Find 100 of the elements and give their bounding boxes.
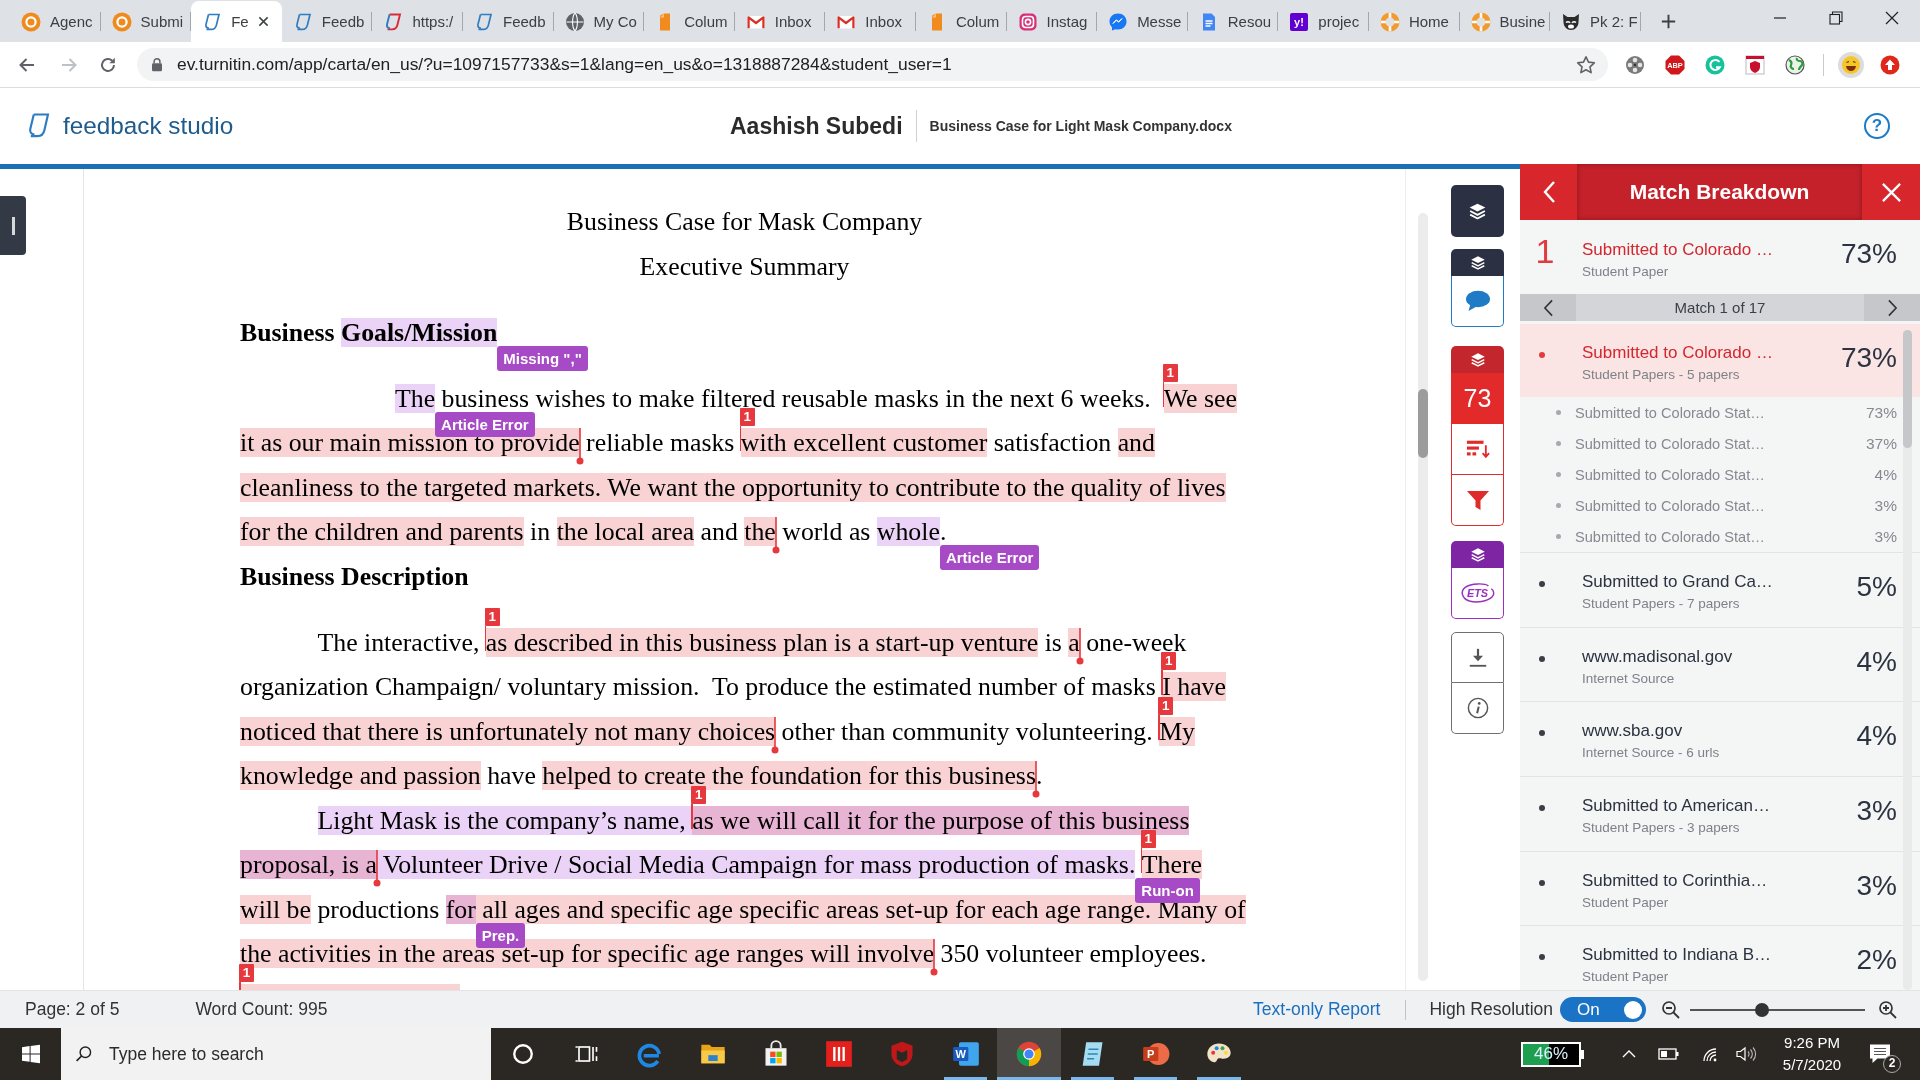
scrollbar-thumb[interactable] (1418, 389, 1428, 458)
matched-text[interactable]: helped to create the foundation for this business (542, 761, 1036, 790)
grammar-tag[interactable]: Run-on (1135, 878, 1200, 903)
comments-button[interactable] (1451, 276, 1504, 327)
matched-text[interactable]: a (1068, 627, 1080, 657)
match-percent: 4% (1874, 465, 1897, 484)
close-icon[interactable] (1885, 11, 1899, 25)
matched-text[interactable]: There (1141, 850, 1202, 879)
layers-button[interactable] (1451, 346, 1504, 373)
browser-tab[interactable]: y! projec (1278, 1, 1369, 42)
flagged-text[interactable]: Volunteer Drive / Social Media Campaign for mass production of masks. (376, 850, 1136, 879)
matched-text[interactable]: noticed that there is unfortunately not many choices (240, 716, 776, 746)
address-field[interactable]: ev.turnitin.com/app/carta/en_us/?u=1097157733&s=1&lang=en_us&o=1318887284&student_user=1 (137, 48, 1608, 81)
source-row[interactable]: Submitted to Colorado … Student Papers - 5 papers 73% (1520, 324, 1920, 397)
matched-text[interactable]: My (1159, 716, 1195, 746)
help-button[interactable]: ? (1864, 113, 1890, 139)
matched-flagged-text[interactable]: as we will call it for the purpose of this business (692, 805, 1190, 835)
sort-button[interactable] (1451, 424, 1504, 475)
matched-flagged-text[interactable]: for (445, 894, 476, 924)
drawer-handle[interactable] (0, 196, 26, 255)
filter-icon (1465, 489, 1490, 511)
browser-tab[interactable]: https:/ (372, 1, 463, 42)
star-icon[interactable] (1576, 54, 1596, 75)
document-text: business wishes to make filtered reusable masks in the next 6 weeks. (440, 383, 1152, 413)
info-button[interactable] (1451, 683, 1504, 734)
browser-tab[interactable]: Submi (100, 1, 192, 42)
browser-tab[interactable]: Feedb (462, 1, 554, 42)
grammar-tag[interactable]: Article Error (939, 545, 1040, 570)
taskbar-button[interactable]: P (1123, 1028, 1188, 1080)
clock-time[interactable]: 9:26 PM (1784, 1032, 1840, 1054)
flagged-text[interactable]: The (395, 383, 436, 413)
source-name: Submitted to Grand Ca… (1582, 571, 1774, 593)
browser-tab[interactable]: Colum (644, 1, 735, 42)
browser-tab[interactable]: Busine (1459, 1, 1551, 42)
matched-flagged-text[interactable]: proposal, is a (240, 850, 377, 879)
grammar-tag[interactable]: Missing "," (497, 345, 588, 371)
similarity-score[interactable]: 73 (1451, 373, 1504, 424)
bullet-icon (1539, 954, 1545, 961)
browser-tab[interactable]: Home (1368, 1, 1460, 42)
filter-button[interactable] (1451, 475, 1504, 526)
browser-tab[interactable]: Colum (915, 1, 1007, 42)
shield-icon[interactable] (1745, 54, 1765, 75)
flagged-text[interactable]: Goals/Mission (341, 317, 498, 347)
restore-icon[interactable] (1829, 11, 1843, 25)
clock-date[interactable]: 5/7/2020 (1782, 1054, 1842, 1076)
matched-text[interactable]: the local area (556, 517, 695, 546)
document-text: other than community volunteering. (780, 716, 1154, 746)
grammar-tag[interactable]: Prep. (475, 922, 526, 948)
matched-text[interactable]: and (1117, 428, 1155, 457)
globe-icon[interactable] (1785, 54, 1805, 75)
browser-tab[interactable]: Fe (191, 1, 282, 42)
outline-logo-icon (202, 11, 223, 32)
zoom-out-icon[interactable] (1661, 999, 1681, 1020)
matched-text[interactable]: knowledge and passion (240, 761, 481, 790)
scrollbar[interactable] (1418, 213, 1428, 981)
battery-icon[interactable] (1658, 1047, 1680, 1061)
layers-button[interactable] (1451, 185, 1504, 237)
browser-tab[interactable]: My Co (553, 1, 645, 42)
taskbar-button[interactable]: W (934, 1028, 998, 1080)
browser-tab[interactable]: Inbox (825, 1, 916, 42)
matched-text[interactable]: cleanliness to the targeted markets. We want the opportunity to contribute to the quality of lives (240, 472, 1226, 502)
browser-tab[interactable]: Messe (1097, 1, 1188, 42)
download-button[interactable] (1451, 632, 1504, 683)
search-field[interactable]: Type here to search (61, 1028, 491, 1080)
chevron-left-icon[interactable] (1541, 180, 1556, 204)
browser-tab[interactable]: Instag (1006, 1, 1098, 42)
browser-tab[interactable]: Pk 2: F (1550, 1, 1641, 42)
grammar-tag[interactable]: Article Error (435, 411, 535, 437)
matched-text[interactable]: for the children and parents (240, 517, 524, 546)
text-only-report-link[interactable]: Text-only Report (1253, 999, 1381, 1020)
grammar-button[interactable]: ETS (1451, 568, 1504, 619)
browser-tab[interactable]: Inbox (734, 1, 826, 42)
browser-tab[interactable]: Feedb (281, 1, 373, 42)
speaker-icon[interactable] (1735, 1046, 1757, 1062)
scrollbar[interactable] (1903, 330, 1912, 990)
matched-text[interactable]: We see (1163, 383, 1237, 413)
slider-thumb[interactable] (1754, 1002, 1769, 1017)
flagged-text[interactable]: whole (876, 517, 940, 546)
smiley-icon[interactable] (1838, 51, 1864, 78)
four-panes-icon[interactable] (20, 1044, 41, 1064)
camera-icon (1017, 11, 1038, 32)
outline-logo-icon (383, 11, 404, 32)
layers-button[interactable] (1451, 541, 1504, 568)
matched-text[interactable]: as described in this business plan is a start-up venture (485, 627, 1039, 657)
chevron-up-icon[interactable] (1621, 1048, 1637, 1060)
matched-text[interactable]: the (744, 517, 776, 546)
scrollbar-thumb[interactable] (1903, 330, 1912, 448)
film-reel-icon[interactable] (1625, 54, 1645, 75)
browser-tab[interactable]: Resou (1187, 1, 1279, 42)
browser-tab[interactable]: Agenc (10, 1, 101, 42)
bullet-icon (1539, 655, 1545, 662)
document-text: world as (781, 517, 872, 546)
matched-text[interactable]: I have (1162, 672, 1226, 701)
flagged-text[interactable]: Light Mask is the company’s name, (317, 805, 693, 835)
matched-text[interactable]: will be (240, 894, 311, 924)
close-icon[interactable] (257, 16, 269, 27)
matched-text[interactable]: with excellent customer (740, 428, 988, 457)
resolution-toggle[interactable]: On (1560, 997, 1646, 1022)
zoom-in-icon[interactable] (1878, 999, 1898, 1020)
layers-button[interactable] (1451, 249, 1504, 276)
